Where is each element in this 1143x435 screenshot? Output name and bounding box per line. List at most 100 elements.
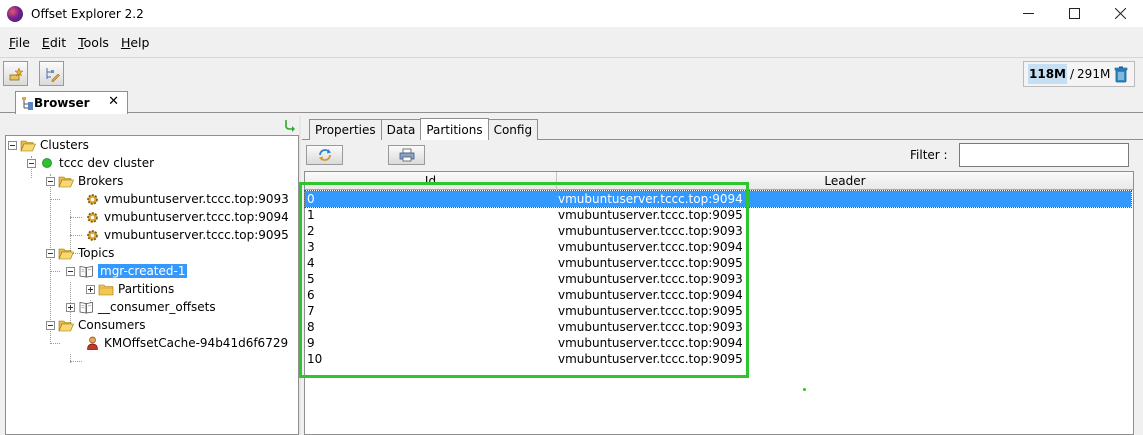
collapse-icon[interactable] <box>27 158 36 168</box>
app-logo-icon <box>7 5 23 22</box>
window-controls <box>1005 0 1143 27</box>
column-header-leader[interactable]: Leader <box>557 172 1133 190</box>
print-button[interactable] <box>388 145 425 165</box>
table-row[interactable]: 0 vmubuntuserver.tccc.top:9094 <box>304 190 1132 208</box>
tree-node-broker[interactable]: vmubuntuserver.tccc.top:9093 <box>84 190 289 208</box>
broker-gear-icon <box>84 192 100 206</box>
table-row[interactable]: 1 vmubuntuserver.tccc.top:9095 <box>305 207 1131 223</box>
tree-node-topics[interactable]: Topics <box>46 244 114 262</box>
refresh-icon <box>318 149 331 161</box>
cell-leader: vmubuntuserver.tccc.top:9093 <box>558 272 743 286</box>
menu-tools[interactable]: Tools <box>73 35 114 50</box>
table-row[interactable]: 4 vmubuntuserver.tccc.top:9095 <box>305 255 1131 271</box>
tab-config[interactable]: Config <box>487 119 539 140</box>
tab-partitions[interactable]: Partitions <box>420 118 489 140</box>
collapse-icon[interactable] <box>46 248 55 258</box>
cluster-tree[interactable]: Clusters tccc dev cluster Brokers vmubun… <box>5 135 299 435</box>
menu-edit[interactable]: Edit <box>37 35 71 50</box>
cell-partition-id: 3 <box>307 240 315 254</box>
tree-node-consumers[interactable]: Consumers <box>46 316 145 334</box>
close-tab-icon[interactable]: ✕ <box>108 94 119 109</box>
table-row[interactable]: 3 vmubuntuserver.tccc.top:9094 <box>305 239 1131 255</box>
folder-closed-icon <box>98 282 114 296</box>
cell-leader: vmubuntuserver.tccc.top:9094 <box>558 288 743 302</box>
cell-partition-id: 4 <box>307 256 315 270</box>
cell-leader: vmubuntuserver.tccc.top:9095 <box>558 352 743 366</box>
collapse-icon[interactable] <box>46 320 55 330</box>
consumer-user-icon <box>84 336 100 350</box>
broker-gear-icon <box>84 210 100 224</box>
table-row[interactable]: 7 vmubuntuserver.tccc.top:9095 <box>305 303 1131 319</box>
filter-input[interactable] <box>959 143 1129 167</box>
cell-leader: vmubuntuserver.tccc.top:9094 <box>558 336 743 350</box>
edit-connections-button[interactable] <box>39 61 64 86</box>
annotation-dot <box>803 388 806 391</box>
cell-partition-id: 0 <box>307 192 315 206</box>
topic-book-icon <box>78 300 94 314</box>
table-row[interactable]: 2 vmubuntuserver.tccc.top:9093 <box>305 223 1131 239</box>
table-row[interactable]: 8 vmubuntuserver.tccc.top:9093 <box>305 319 1131 335</box>
expand-icon[interactable] <box>86 284 95 294</box>
tree-node-partitions[interactable]: Partitions <box>86 280 174 298</box>
tree-label-partitions: Partitions <box>118 282 175 296</box>
detail-tabs: Properties Data Partitions Config <box>309 118 539 140</box>
tree-node-broker[interactable]: vmubuntuserver.tccc.top:9095 <box>84 226 289 244</box>
maximize-icon <box>1068 8 1080 19</box>
partitions-table[interactable]: Id Leader 0 vmubuntuserver.tccc.top:9094 1… <box>304 171 1134 435</box>
tree-node-cluster[interactable]: tccc dev cluster <box>27 154 154 172</box>
main-tab-strip: Browser ✕ <box>0 89 1143 114</box>
menu-help[interactable]: Help <box>116 35 155 50</box>
cell-partition-id: 9 <box>307 336 315 350</box>
navigator-panel: Clusters tccc dev cluster Brokers vmubun… <box>2 116 299 435</box>
topic-book-icon <box>78 264 94 278</box>
tab-data[interactable]: Data <box>380 119 422 140</box>
panel-splitter[interactable] <box>299 116 301 435</box>
memory-total: 291M <box>1077 67 1111 81</box>
tree-node-topic-selected[interactable]: mgr-created-1 <box>66 262 188 280</box>
folder-open-icon <box>58 174 74 188</box>
table-row[interactable]: 5 vmubuntuserver.tccc.top:9093 <box>305 271 1131 287</box>
maximize-button[interactable] <box>1051 0 1097 27</box>
toolbar: 118M / 291M <box>0 57 1143 89</box>
print-icon <box>399 148 414 162</box>
tree-node-consumer[interactable]: KMOffsetCache-94b41d6f6729 <box>84 334 288 352</box>
tab-browser[interactable]: Browser ✕ <box>15 91 128 114</box>
cell-partition-id: 1 <box>307 208 315 222</box>
table-header: Id Leader <box>305 172 1133 190</box>
close-icon <box>1114 8 1126 19</box>
refresh-button[interactable] <box>306 145 343 165</box>
tree-label-broker: vmubuntuserver.tccc.top:9093 <box>104 192 289 206</box>
collapse-icon[interactable] <box>46 176 55 186</box>
cell-leader: vmubuntuserver.tccc.top:9093 <box>558 320 743 334</box>
menu-bar: File Edit Tools Help <box>0 31 156 53</box>
cell-leader: vmubuntuserver.tccc.top:9095 <box>558 208 743 222</box>
minimize-button[interactable] <box>1005 0 1051 27</box>
table-row[interactable]: 6 vmubuntuserver.tccc.top:9094 <box>305 287 1131 303</box>
close-window-button[interactable] <box>1097 0 1143 27</box>
tree-label-cluster: tccc dev cluster <box>59 156 155 170</box>
menu-file[interactable]: File <box>4 35 35 50</box>
tree-node-clusters[interactable]: Clusters <box>8 136 89 154</box>
tree-node-broker[interactable]: vmubuntuserver.tccc.top:9094 <box>84 208 289 226</box>
tree-node-brokers[interactable]: Brokers <box>46 172 123 190</box>
tree-label-broker: vmubuntuserver.tccc.top:9094 <box>104 210 289 224</box>
table-row[interactable]: 9 vmubuntuserver.tccc.top:9094 <box>305 335 1131 351</box>
tree-label-topic-selected: mgr-created-1 <box>98 264 188 278</box>
tree-node-topic[interactable]: __consumer_offsets <box>66 298 216 316</box>
tree-label-topic: __consumer_offsets <box>98 300 216 314</box>
cell-leader: vmubuntuserver.tccc.top:9094 <box>558 240 743 254</box>
tree-label-topics: Topics <box>78 246 115 260</box>
expand-icon[interactable] <box>66 302 75 312</box>
collapse-icon[interactable] <box>8 140 17 150</box>
add-cluster-button[interactable] <box>3 61 28 86</box>
column-header-id[interactable]: Id <box>305 172 557 190</box>
details-panel: Properties Data Partitions Config Filter… <box>302 116 1143 435</box>
table-row[interactable]: 10 vmubuntuserver.tccc.top:9095 <box>305 351 1131 367</box>
refresh-arrow-icon[interactable] <box>283 118 297 132</box>
trash-icon[interactable] <box>1114 66 1128 83</box>
collapse-icon[interactable] <box>66 266 75 276</box>
cluster-status-icon <box>39 156 55 170</box>
tab-properties[interactable]: Properties <box>309 119 382 140</box>
folder-open-icon <box>58 318 74 332</box>
cell-partition-id: 2 <box>307 224 315 238</box>
